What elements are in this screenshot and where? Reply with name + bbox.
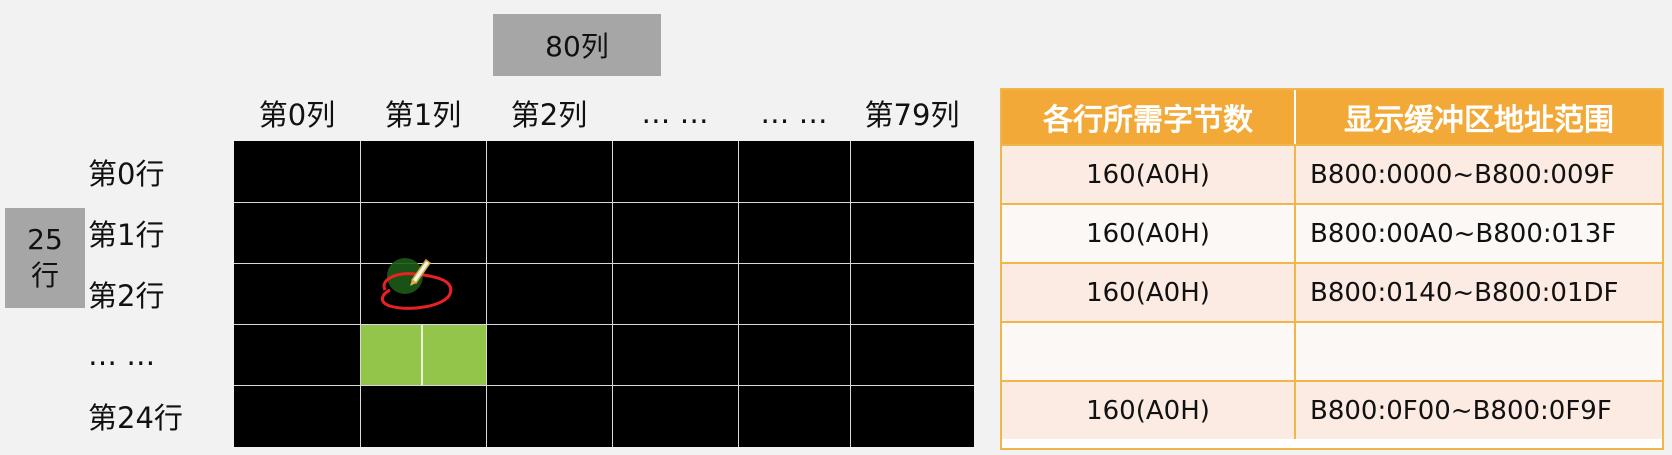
row-bytes: 160(A0H) [1002, 205, 1296, 262]
col-header-2: 第2列 [510, 98, 588, 132]
grid-line [850, 141, 851, 447]
row-bytes: 160(A0H) [1002, 264, 1296, 321]
grid-line [234, 324, 974, 325]
row-address-range: B800:0000~B800:009F [1310, 159, 1615, 190]
address-table: 各行所需字节数 显示缓冲区地址范围 160(A0H) B800:0000~B80… [1000, 88, 1664, 450]
columns-count-box: 80列 [493, 14, 661, 76]
grid-line [234, 263, 974, 264]
screen-grid [234, 141, 974, 447]
highlight-cell-char [360, 324, 423, 385]
row-header-1: 第1行 [88, 217, 165, 252]
row-header-2: 第2行 [88, 278, 165, 313]
grid-line [486, 141, 487, 447]
columns-count-label: 80列 [545, 30, 609, 63]
rows-count-number: 25 [27, 223, 63, 256]
row-address-range [1296, 323, 1662, 380]
col-header-79: 第79列 [864, 98, 960, 132]
row-bytes [1002, 323, 1296, 380]
table-row: 160(A0H) B800:0000~B800:009F [1002, 144, 1662, 203]
row-bytes: 160(A0H) [1002, 146, 1296, 203]
row-bytes: 160(A0H) [1002, 382, 1296, 439]
col-header-ellipsis-1: … … [641, 96, 709, 130]
grid-line [360, 141, 361, 447]
highlight-cell-attr [423, 324, 486, 385]
grid-line [738, 141, 739, 447]
row-header-24: 第24行 [88, 401, 183, 435]
grid-line [234, 385, 974, 386]
grid-line [234, 202, 974, 203]
screen-buffer-diagram: 80列 25 行 第0列 第1列 第2列 … … … … 第79列 第0行 第1… [0, 0, 1672, 455]
row-header-ellipsis: … … [88, 337, 156, 372]
table-row [1002, 321, 1662, 380]
header-bytes-per-row: 各行所需字节数 [1002, 90, 1296, 144]
row-address-range: B800:00A0~B800:013F [1310, 218, 1617, 249]
row-header-0: 第0行 [88, 156, 165, 191]
header-address-range: 显示缓冲区地址范围 [1344, 103, 1614, 138]
grid-line [612, 141, 613, 447]
rows-count-unit: 行 [30, 259, 59, 292]
table-row: 160(A0H) B800:00A0~B800:013F [1002, 203, 1662, 262]
row-address-range: B800:0140~B800:01DF [1310, 277, 1619, 308]
row-address-range: B800:0F00~B800:0F9F [1310, 395, 1612, 426]
table-header: 各行所需字节数 显示缓冲区地址范围 [1002, 90, 1662, 144]
rows-count-box: 25 行 [5, 208, 85, 308]
table-row: 160(A0H) B800:0140~B800:01DF [1002, 262, 1662, 321]
col-header-ellipsis-2: … … [760, 96, 828, 130]
col-header-1: 第1列 [384, 98, 462, 132]
table-row: 160(A0H) B800:0F00~B800:0F9F [1002, 380, 1662, 439]
col-header-0: 第0列 [258, 98, 336, 132]
